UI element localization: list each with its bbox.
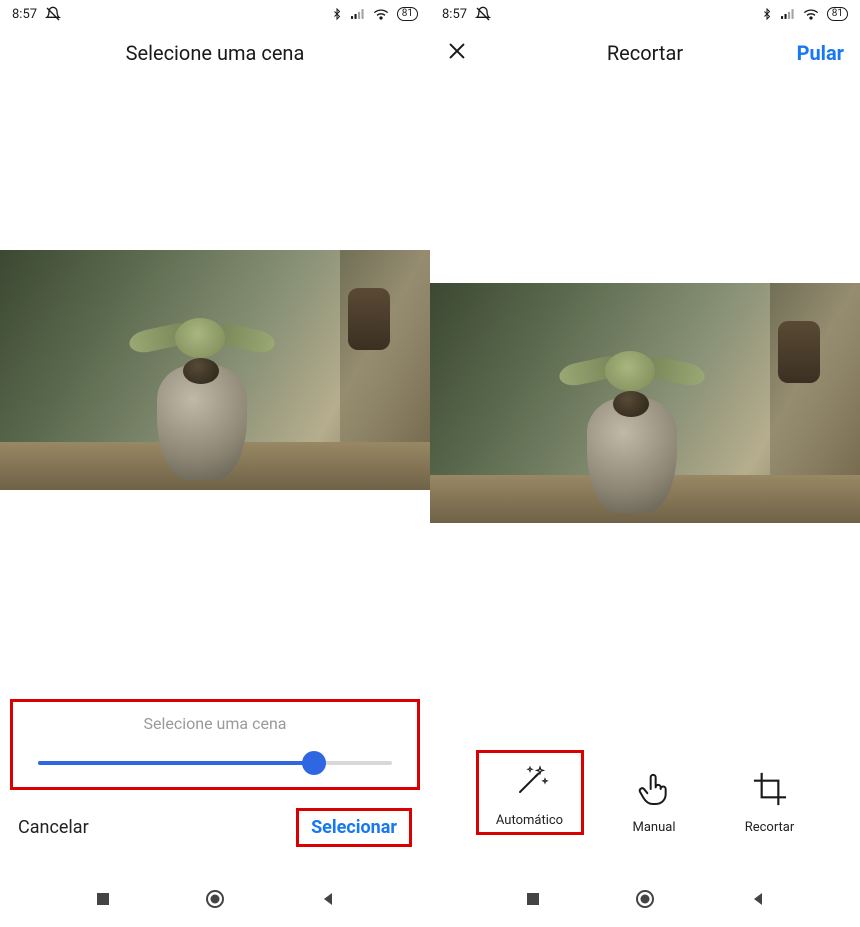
page-title: Recortar — [446, 41, 844, 65]
status-time: 8:57 — [12, 7, 37, 22]
system-nav-bar — [0, 875, 430, 927]
close-icon[interactable] — [446, 40, 468, 66]
recents-icon[interactable] — [525, 891, 541, 911]
slider-thumb[interactable] — [302, 751, 326, 775]
page-title: Selecione uma cena — [16, 41, 414, 65]
crop-tools: Automático Manual Recortar — [430, 740, 860, 875]
slider-label: Selecione uma cena — [38, 714, 392, 733]
back-icon[interactable] — [320, 891, 336, 911]
tool-label: Manual — [633, 820, 676, 835]
manual-tool[interactable]: Manual — [609, 768, 699, 835]
home-icon[interactable] — [635, 889, 655, 913]
bluetooth-icon — [331, 7, 343, 21]
spacer — [0, 490, 430, 699]
left-screen: 8:57 81 Selecione uma cena — [0, 0, 430, 927]
do-not-disturb-icon — [475, 6, 491, 22]
status-time: 8:57 — [442, 7, 467, 22]
wifi-icon — [803, 8, 819, 20]
select-button[interactable]: Selecionar — [311, 817, 397, 838]
right-screen: 8:57 81 — [430, 0, 860, 927]
bottom-actions: Cancelar Selecionar — [0, 790, 430, 875]
back-icon[interactable] — [750, 891, 766, 911]
spacer — [0, 78, 430, 250]
bluetooth-icon — [761, 7, 773, 21]
scene-slider-highlight: Selecione uma cena — [10, 699, 420, 790]
pointer-hand-icon — [633, 768, 675, 810]
cancel-button[interactable]: Cancelar — [18, 817, 89, 838]
auto-tool-highlight: Automático — [476, 750, 584, 835]
wifi-icon — [373, 8, 389, 20]
skip-button[interactable]: Pular — [797, 41, 844, 65]
app-bar: Recortar Pular — [430, 28, 860, 78]
recents-icon[interactable] — [95, 891, 111, 911]
spacer — [430, 523, 860, 740]
status-bar: 8:57 81 — [430, 0, 860, 28]
scene-preview[interactable] — [0, 250, 430, 490]
battery-icon: 81 — [397, 7, 418, 21]
status-bar: 8:57 81 — [0, 0, 430, 28]
select-button-highlight: Selecionar — [296, 808, 412, 847]
signal-icon — [351, 8, 365, 20]
crop-tool[interactable]: Recortar — [725, 768, 815, 835]
app-bar: Selecione uma cena — [0, 28, 430, 78]
battery-icon: 81 — [827, 7, 848, 21]
home-icon[interactable] — [205, 889, 225, 913]
magic-wand-icon — [509, 761, 551, 803]
spacer — [430, 78, 860, 283]
scene-slider[interactable] — [38, 761, 392, 765]
tool-label: Automático — [496, 813, 563, 828]
crop-preview[interactable] — [430, 283, 860, 523]
do-not-disturb-icon — [45, 6, 61, 22]
crop-icon — [749, 768, 791, 810]
signal-icon — [781, 8, 795, 20]
system-nav-bar — [430, 875, 860, 927]
tool-label: Recortar — [745, 820, 795, 835]
auto-tool[interactable]: Automático — [485, 761, 575, 828]
